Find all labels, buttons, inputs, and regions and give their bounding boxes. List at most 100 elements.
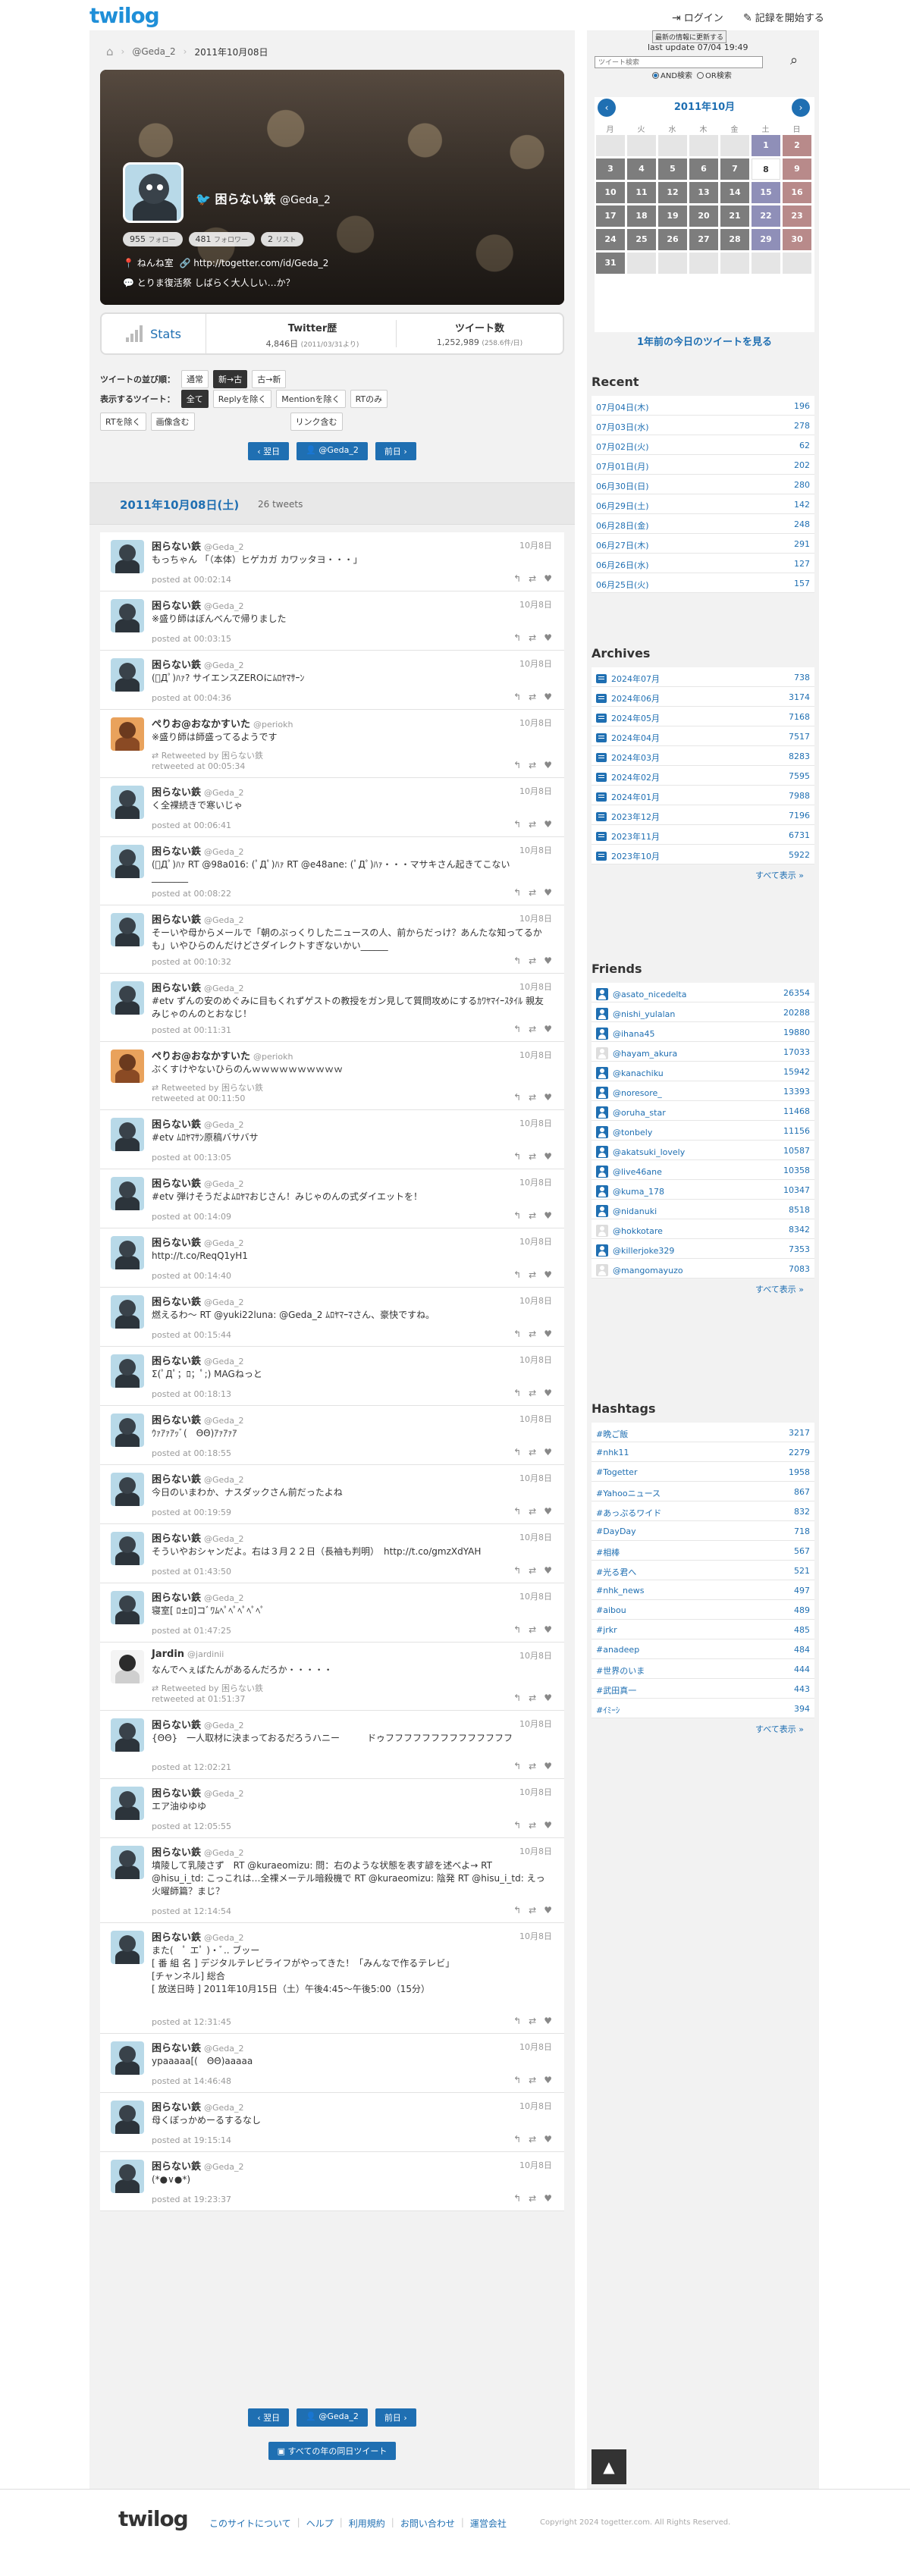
friends-item[interactable]: @live46ane 10358 (592, 1160, 814, 1180)
like-icon[interactable]: ♥ (544, 1565, 552, 1576)
calendar-day[interactable]: 18 (627, 206, 656, 227)
hashtags-item[interactable]: #晩ご飯 3217 (592, 1423, 814, 1442)
reply-icon[interactable]: ↰ (513, 1269, 521, 1280)
like-icon[interactable]: ♥ (544, 1905, 552, 1916)
archives-more-link[interactable]: すべて表示 » (755, 869, 804, 881)
tweet-author[interactable]: 困らない鉄 @Geda_2 (152, 1471, 244, 1486)
tweet-author[interactable]: 困らない鉄 @Geda_2 (152, 1175, 244, 1190)
footer-link[interactable]: 利用規約 (349, 2517, 385, 2530)
reply-icon[interactable]: ↰ (513, 1905, 521, 1916)
retweet-icon[interactable]: ⇄ (529, 819, 536, 830)
reply-icon[interactable]: ↰ (513, 2193, 521, 2204)
reply-icon[interactable]: ↰ (513, 760, 521, 770)
calendar-day[interactable]: 9 (783, 158, 811, 180)
tweet-author[interactable]: ぺりお@おなかすいた @periokh (152, 716, 293, 730)
friends-item[interactable]: @nidanuki 8518 (592, 1200, 814, 1219)
tweet-avatar[interactable] (111, 1787, 144, 1820)
hashtags-item[interactable]: #光る君へ 521 (592, 1561, 814, 1580)
tweet-date[interactable]: 10月8日 (519, 981, 552, 993)
hashtags-item[interactable]: #あっぷるワイド 832 (592, 1501, 814, 1521)
tweet-author[interactable]: ぺりお@おなかすいた @periokh (152, 1048, 293, 1062)
reply-icon[interactable]: ↰ (513, 2134, 521, 2145)
reply-icon[interactable]: ↰ (513, 955, 521, 966)
tweet-timestamp[interactable]: posted at 00:14:09 (152, 1212, 231, 1222)
friends-item[interactable]: @noresore_ 13393 (592, 1081, 814, 1101)
friends-item[interactable]: @asato_nicedelta 26354 (592, 983, 814, 1002)
home-icon[interactable]: ⌂ (106, 45, 114, 58)
tweet-avatar[interactable] (111, 1591, 144, 1624)
profile-handle[interactable]: @Geda_2 (280, 194, 331, 206)
search-icon[interactable]: ⌕ (790, 52, 798, 68)
recent-item[interactable]: 06月30日(日) 280 (592, 475, 814, 494)
tweet-date[interactable]: 10月8日 (519, 1845, 552, 1857)
like-icon[interactable]: ♥ (544, 1447, 552, 1457)
retweet-icon[interactable]: ⇄ (529, 1388, 536, 1398)
archives-item[interactable]: 2023年12月 7196 (592, 805, 814, 825)
friends-item[interactable]: @killerjoke329 7353 (592, 1239, 814, 1259)
order-old-to-new[interactable]: 古→新 (252, 370, 287, 388)
reply-icon[interactable]: ↰ (513, 1024, 521, 1034)
like-icon[interactable]: ♥ (544, 1506, 552, 1517)
tweet-timestamp[interactable]: posted at 00:19:59 (152, 1508, 231, 1517)
tweet-author[interactable]: 困らない鉄 @Geda_2 (152, 1785, 244, 1799)
calendar-day[interactable]: 25 (627, 229, 656, 250)
tweet-timestamp[interactable]: posted at 12:14:54 (152, 1906, 231, 1916)
reply-icon[interactable]: ↰ (513, 1565, 521, 1576)
tweet-author[interactable]: 困らない鉄 @Geda_2 (152, 1589, 244, 1604)
retweet-icon[interactable]: ⇄ (529, 1269, 536, 1280)
tweet-timestamp[interactable]: posted at 00:10:32 (152, 957, 231, 967)
tweet-timestamp[interactable]: posted at 00:11:31 (152, 1025, 231, 1035)
tweet-author[interactable]: 困らない鉄 @Geda_2 (152, 784, 244, 799)
tweet-timestamp[interactable]: posted at 14:46:48 (152, 2076, 231, 2086)
tweet-avatar[interactable] (111, 981, 144, 1015)
archives-item[interactable]: 2024年01月 7988 (592, 786, 814, 805)
footer-link[interactable]: 運営会社 (470, 2517, 507, 2530)
like-icon[interactable]: ♥ (544, 1624, 552, 1635)
and-search-radio[interactable]: AND検索 (652, 69, 692, 80)
tweet-avatar[interactable] (111, 1650, 144, 1683)
tweet-timestamp[interactable]: posted at 00:13:05 (152, 1153, 231, 1162)
tweet-author[interactable]: 困らない鉄 @Geda_2 (152, 1717, 244, 1731)
calendar-day[interactable]: 16 (783, 182, 811, 203)
tweet-author[interactable]: 困らない鉄 @Geda_2 (152, 911, 244, 926)
tweet-avatar[interactable] (111, 1532, 144, 1565)
tweet-timestamp[interactable]: posted at 00:14:40 (152, 1271, 231, 1281)
tweet-date[interactable]: 10月8日 (519, 785, 552, 797)
like-icon[interactable]: ♥ (544, 1210, 552, 1221)
reply-icon[interactable]: ↰ (513, 1761, 521, 1771)
calendar-day[interactable]: 2 (783, 135, 811, 156)
calendar-day[interactable]: 11 (627, 182, 656, 203)
archives-item[interactable]: 2024年02月 7595 (592, 766, 814, 786)
like-icon[interactable]: ♥ (544, 1761, 552, 1771)
reply-icon[interactable]: ↰ (513, 1506, 521, 1517)
friends-item[interactable]: @mangomayuzo 7083 (592, 1259, 814, 1279)
all-years-button[interactable]: ▣ すべての年の同日ツイート (268, 2442, 397, 2460)
following-count[interactable]: 955 フォロー (123, 232, 183, 246)
tweet-date[interactable]: 10月8日 (519, 1413, 552, 1425)
hashtags-item[interactable]: #ｲﾐｰｼ 394 (592, 1699, 814, 1718)
tweet-author[interactable]: 困らない鉄 @Geda_2 (152, 1235, 244, 1249)
tweet-author[interactable]: 困らない鉄 @Geda_2 (152, 1929, 244, 1944)
user-button[interactable]: 👤 @Geda_2 (297, 2408, 368, 2427)
retweet-icon[interactable]: ⇄ (529, 2075, 536, 2085)
tweet-date[interactable]: 10月8日 (519, 1294, 552, 1307)
tweet-date[interactable]: 10月8日 (519, 1176, 552, 1188)
reply-icon[interactable]: ↰ (513, 1388, 521, 1398)
year-ago-link[interactable]: 1年前の今日のツイートを見る (595, 334, 814, 348)
reply-icon[interactable]: ↰ (513, 1151, 521, 1162)
tweet-date[interactable]: 10月8日 (519, 1049, 552, 1061)
tweet-author[interactable]: 困らない鉄 @Geda_2 (152, 657, 244, 671)
tweet-avatar[interactable] (111, 1295, 144, 1329)
retweet-icon[interactable]: ⇄ (529, 2193, 536, 2204)
tweet-avatar[interactable] (111, 1050, 144, 1083)
hashtags-item[interactable]: #anadeep 484 (592, 1639, 814, 1659)
hashtags-item[interactable]: #aibou 489 (592, 1600, 814, 1620)
tweet-author[interactable]: 困らない鉄 @Geda_2 (152, 1844, 244, 1859)
friends-item[interactable]: @kuma_178 10347 (592, 1180, 814, 1200)
like-icon[interactable]: ♥ (544, 2134, 552, 2145)
recent-item[interactable]: 06月26日(水) 127 (592, 554, 814, 573)
tweet-timestamp[interactable]: posted at 19:15:14 (152, 2135, 231, 2145)
reply-icon[interactable]: ↰ (513, 1820, 521, 1831)
retweet-icon[interactable]: ⇄ (529, 692, 536, 702)
filter-rt-only[interactable]: RTのみ (350, 390, 388, 408)
